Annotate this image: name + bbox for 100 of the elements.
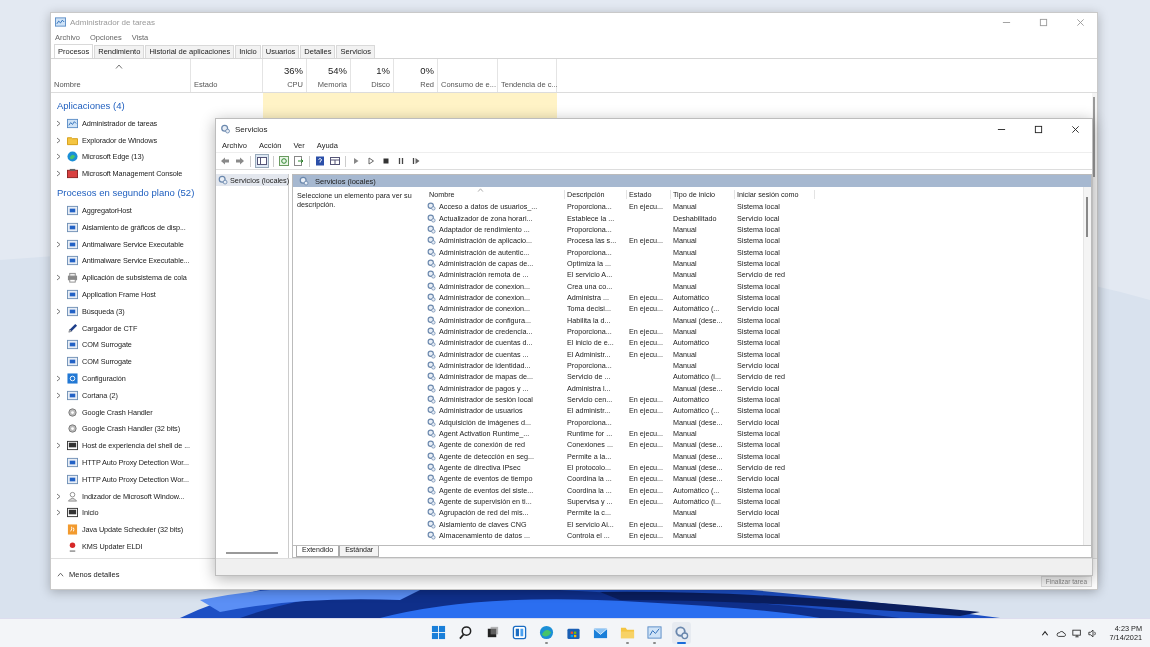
- sort-caret-icon: [115, 64, 123, 69]
- gear-icon: [427, 451, 436, 461]
- chevron-icon[interactable]: [56, 119, 61, 127]
- gear-icon: [218, 175, 228, 185]
- cloud-icon[interactable]: [1055, 628, 1066, 638]
- gear-icon: [427, 395, 436, 404]
- gear-icon: [427, 213, 436, 223]
- pen-icon: [67, 322, 78, 334]
- printer-icon: [67, 272, 78, 284]
- close-icon[interactable]: [1071, 124, 1080, 134]
- speaker-icon[interactable]: [1087, 628, 1098, 638]
- gear-icon: [427, 247, 436, 257]
- gear-icon: [427, 497, 436, 507]
- forward-arrow-icon[interactable]: [234, 155, 246, 167]
- export-icon[interactable]: [293, 155, 305, 167]
- chevron-up-icon[interactable]: [1039, 628, 1050, 638]
- chevron-icon[interactable]: [56, 375, 61, 383]
- resume-icon[interactable]: [410, 155, 422, 167]
- swirl-icon[interactable]: [538, 625, 554, 640]
- window-icon: [67, 238, 78, 250]
- swirl-icon: [67, 151, 78, 163]
- gear-icon: [427, 463, 436, 473]
- maximize-icon[interactable]: [1034, 124, 1043, 134]
- usage-reading: 1%: [376, 65, 390, 76]
- chevron-icon[interactable]: [56, 391, 61, 399]
- window-title: Administrador de tareas: [70, 17, 155, 27]
- window-icon: [67, 289, 78, 301]
- gear-icon: [220, 124, 231, 134]
- pin-icon: [67, 541, 78, 552]
- window-icon: [67, 356, 78, 368]
- chevron-icon[interactable]: [56, 307, 61, 315]
- gear-icon: [427, 474, 436, 484]
- gear-icon: [427, 485, 436, 495]
- usage-reading: 36%: [284, 65, 303, 76]
- chevron-icon[interactable]: [56, 136, 61, 144]
- properties-icon[interactable]: [329, 155, 341, 167]
- toolbox-icon: [67, 168, 78, 180]
- refresh-icon[interactable]: [278, 155, 290, 167]
- folder-icon: [67, 134, 78, 146]
- window-title: Servicios: [235, 124, 268, 134]
- gear-icon: [427, 349, 436, 359]
- mail-icon[interactable]: [592, 625, 608, 640]
- gear-icon: [427, 417, 436, 427]
- app-tile-icon: [67, 524, 78, 536]
- gear-icon: [427, 519, 436, 529]
- chevron-icon[interactable]: [56, 170, 61, 178]
- gear-icon: [427, 508, 436, 518]
- group-heading: Procesos en segundo plano (52): [57, 186, 195, 198]
- monitor-icon[interactable]: [1071, 628, 1082, 638]
- tree-pane-icon[interactable]: [255, 154, 269, 168]
- gear-icon: [427, 440, 436, 450]
- search-icon[interactable]: [457, 625, 473, 640]
- help-icon[interactable]: [314, 155, 326, 167]
- settings-icon: [67, 373, 78, 385]
- gear-icon: [299, 176, 309, 186]
- caret-up-icon[interactable]: [57, 571, 64, 577]
- gear-icon: [427, 372, 436, 382]
- usage-reading: 54%: [328, 65, 347, 76]
- chevron-icon[interactable]: [56, 274, 61, 282]
- gear-icon: [427, 304, 436, 314]
- chevron-icon[interactable]: [56, 240, 61, 248]
- gear-icon: [427, 326, 436, 336]
- chevron-icon[interactable]: [56, 492, 61, 500]
- window-icon: [67, 389, 78, 401]
- play-icon[interactable]: [365, 155, 377, 167]
- gear-icon: [427, 429, 436, 439]
- gear-icon: [427, 531, 436, 541]
- chart-window-icon: [55, 17, 66, 27]
- gear-icon: [427, 258, 436, 268]
- gear-icon: [427, 315, 436, 325]
- chevron-icon[interactable]: [56, 153, 61, 161]
- chart-window-icon: [67, 117, 78, 129]
- window-icon: [67, 339, 78, 351]
- gear-icon: [427, 406, 436, 416]
- widgets-icon[interactable]: [511, 625, 527, 640]
- monitor-icon: [67, 440, 78, 452]
- chart-window-icon[interactable]: [646, 625, 662, 640]
- chevron-icon[interactable]: [56, 509, 61, 517]
- gear-icon: [427, 270, 436, 280]
- window-icon: [67, 305, 78, 317]
- window-icon: [67, 457, 78, 469]
- gear-icon: [427, 236, 436, 246]
- chevron-icon[interactable]: [56, 442, 61, 450]
- gear-icon: [427, 361, 436, 370]
- back-arrow-icon[interactable]: [219, 155, 231, 167]
- user-icon: [67, 490, 78, 502]
- gear-icon: [427, 224, 436, 234]
- start-icon[interactable]: [430, 625, 446, 640]
- gear-icon: [427, 281, 436, 291]
- gear-icon: [427, 292, 436, 302]
- window-icon: [67, 221, 78, 233]
- group-heading: Aplicaciones (4): [57, 99, 125, 111]
- gear-icon: [427, 338, 436, 348]
- window-icon: [67, 255, 78, 267]
- gear-icon: [427, 202, 436, 212]
- gear-icon[interactable]: [673, 625, 689, 640]
- window-icon: [67, 205, 78, 217]
- monitor-icon: [67, 507, 78, 519]
- gear-icon: [427, 383, 436, 393]
- usage-reading: 0%: [420, 65, 434, 76]
